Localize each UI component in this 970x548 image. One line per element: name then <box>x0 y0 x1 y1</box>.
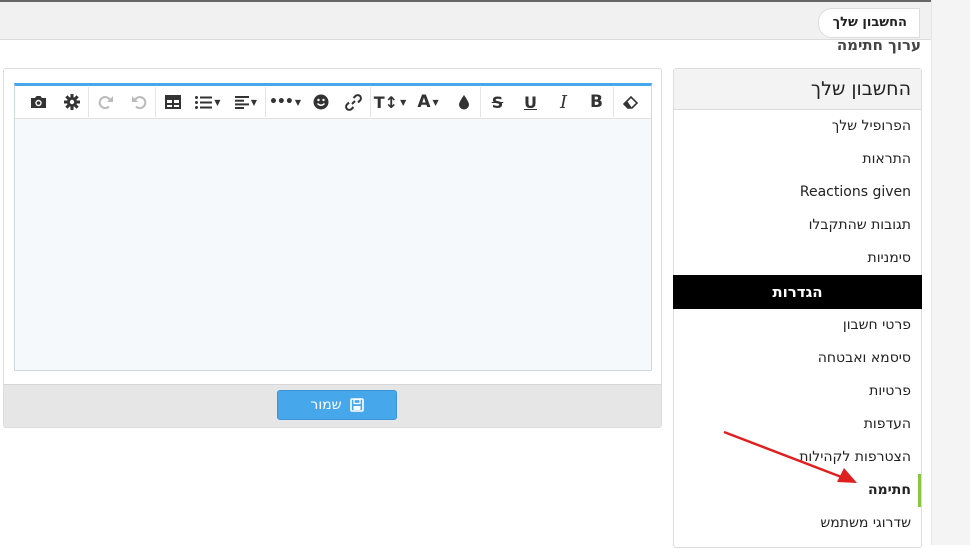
sidebar-item-bookmarks[interactable]: סימניות <box>674 242 921 275</box>
italic-icon[interactable]: I <box>547 87 580 117</box>
camera-icon[interactable] <box>22 87 55 117</box>
page-title: ערוך חתימה <box>836 36 921 54</box>
breadcrumb-account[interactable]: החשבון שלך <box>817 8 920 38</box>
breadcrumb-bar: החשבון שלך <box>0 0 932 40</box>
sidebar-title: החשבון שלך <box>674 69 921 110</box>
list-icon[interactable]: ▼ <box>189 87 227 117</box>
table-icon[interactable] <box>156 87 189 117</box>
editor-content-area[interactable] <box>15 119 651 369</box>
sidebar-item-profile[interactable]: הפרופיל שלך <box>674 110 921 143</box>
color-icon[interactable] <box>447 87 480 117</box>
align-icon[interactable]: ▼ <box>227 87 265 117</box>
form-footer: שמור <box>4 384 661 427</box>
editor-toolbar: B I U S A ▼ T↕ ▼ ••• ▼ ▼ ▼ <box>15 86 651 119</box>
eraser-icon[interactable] <box>614 87 647 117</box>
undo-icon[interactable] <box>122 87 155 117</box>
font-family-icon[interactable]: A ▼ <box>409 87 447 117</box>
smiley-icon[interactable] <box>304 87 337 117</box>
redo-icon[interactable] <box>89 87 122 117</box>
font-size-icon[interactable]: T↕ ▼ <box>371 87 409 117</box>
underline-icon[interactable]: U <box>514 87 547 117</box>
settings-icon[interactable] <box>55 87 88 117</box>
more-icon[interactable]: ••• ▼ <box>266 87 304 117</box>
annotation-arrow-icon <box>723 430 857 483</box>
sidebar-item-reactions-given[interactable]: Reactions given <box>674 176 921 209</box>
sidebar-item-privacy[interactable]: פרטיות <box>674 375 921 408</box>
save-button-label: שמור <box>310 397 342 413</box>
rich-text-editor: B I U S A ▼ T↕ ▼ ••• ▼ ▼ ▼ <box>14 83 652 371</box>
bold-icon[interactable]: B <box>580 87 613 117</box>
sidebar-item-alerts[interactable]: התראות <box>674 143 921 176</box>
floppy-disk-icon <box>349 398 364 412</box>
sidebar-item-account-upgrades[interactable]: שדרוגי משתמש <box>674 507 921 540</box>
signature-panel: B I U S A ▼ T↕ ▼ ••• ▼ ▼ ▼ שמור <box>3 68 662 428</box>
scrollbar-track[interactable] <box>931 0 970 545</box>
save-button[interactable]: שמור <box>277 390 397 420</box>
sidebar-item-reactions-received[interactable]: תגובות שהתקבלו <box>674 209 921 242</box>
sidebar-item-account-details[interactable]: פרטי חשבון <box>674 309 921 342</box>
sidebar-item-password-security[interactable]: סיסמא ואבטחה <box>674 342 921 375</box>
strikethrough-icon[interactable]: S <box>481 87 514 117</box>
link-icon[interactable] <box>337 87 370 117</box>
sidebar-section-settings: הגדרות <box>673 275 922 309</box>
